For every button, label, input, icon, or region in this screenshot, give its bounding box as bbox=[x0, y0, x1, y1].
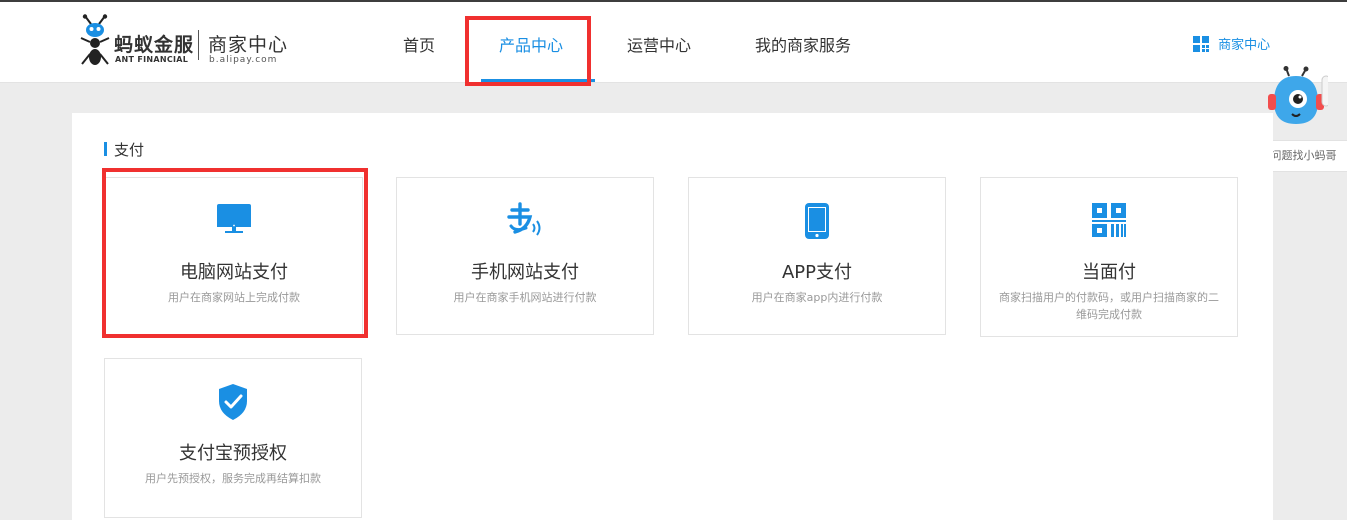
card-description: 用户先预授权，服务完成再结算扣款 bbox=[145, 472, 321, 485]
merchant-center-link[interactable]: 商家中心 bbox=[1192, 34, 1270, 53]
alipay-logo-icon bbox=[507, 202, 541, 236]
merchant-center-link-label: 商家中心 bbox=[1218, 38, 1271, 53]
brand-name-en: ANT FINANCIAL bbox=[115, 55, 189, 64]
card-description: 商家扫描用户的付款码，或用户扫描商家的二维码完成付款 bbox=[999, 291, 1219, 321]
pc-web-pay-highlight bbox=[102, 168, 368, 338]
card-title: 当面付 bbox=[1082, 262, 1136, 283]
shield-check-icon bbox=[219, 384, 247, 420]
header: 蚂蚁金服 ANT FINANCIAL 商家中心 b.alipay.com 首页 … bbox=[0, 2, 1347, 83]
card-title: APP支付 bbox=[781, 262, 853, 283]
site-url: b.alipay.com bbox=[209, 55, 278, 65]
merchant-center-title: 商家中心 bbox=[208, 34, 289, 56]
card-description: 用户在商家手机网站进行付款 bbox=[453, 291, 597, 304]
qr-code-icon bbox=[1092, 203, 1126, 237]
card-face-to-face-pay[interactable]: 当面付 商家扫描用户的付款码，或用户扫描商家的二维码完成付款 bbox=[980, 177, 1238, 337]
product-center-highlight bbox=[465, 16, 591, 86]
section-title-payment: 支付 bbox=[104, 139, 144, 160]
card-title: 手机网站支付 bbox=[471, 262, 579, 283]
logo[interactable]: 蚂蚁金服 ANT FINANCIAL 商家中心 b.alipay.com bbox=[78, 14, 288, 70]
card-app-pay[interactable]: APP支付 用户在商家app内进行付款 bbox=[688, 177, 946, 335]
apps-grid-icon bbox=[1193, 35, 1209, 52]
brand-name: 蚂蚁金服 bbox=[114, 34, 195, 56]
logo-divider bbox=[198, 30, 199, 60]
phone-icon bbox=[805, 203, 829, 239]
nav-home[interactable]: 首页 bbox=[403, 32, 435, 56]
card-mobile-web-pay[interactable]: 手机网站支付 用户在商家手机网站进行付款 bbox=[396, 177, 654, 335]
card-pre-authorization[interactable]: 支付宝预授权 用户先预授权，服务完成再结算扣款 bbox=[104, 358, 362, 518]
card-description: 用户在商家app内进行付款 bbox=[751, 291, 883, 304]
ant-logo-icon bbox=[80, 14, 110, 65]
nav-my-merchant-services[interactable]: 我的商家服务 bbox=[755, 32, 851, 56]
card-title: 支付宝预授权 bbox=[179, 443, 287, 464]
nav-operations-center[interactable]: 运营中心 bbox=[627, 32, 691, 56]
